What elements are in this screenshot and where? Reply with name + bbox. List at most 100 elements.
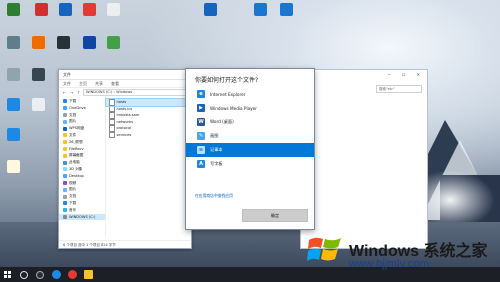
- desktop-icon[interactable]: [0, 3, 26, 16]
- desktop-icon[interactable]: [76, 3, 102, 16]
- desktop-icon[interactable]: [52, 3, 78, 16]
- explorer-title-bar: 文件: [59, 70, 191, 80]
- window-controls[interactable]: ─ ☐ ✕: [388, 72, 425, 77]
- app-option-paint[interactable]: ✎ 画图: [186, 129, 314, 143]
- nav-item[interactable]: 文档: [59, 112, 105, 119]
- desktop-icon[interactable]: [0, 68, 26, 81]
- nav-item[interactable]: 下载: [59, 98, 105, 105]
- status-bar: 6 个项目 选中 1 个项目 824 字节: [59, 240, 191, 248]
- desktop-icon[interactable]: [100, 36, 126, 49]
- forward-arrow-icon[interactable]: →: [69, 90, 74, 95]
- download-icon: [63, 201, 67, 206]
- nav-item[interactable]: 文件: [59, 132, 105, 139]
- desktop-icon[interactable]: [25, 68, 51, 81]
- drive-icon: [63, 214, 67, 219]
- app-option-notepad[interactable]: ≡ 记事本: [186, 143, 314, 157]
- file-item[interactable]: services: [106, 131, 191, 138]
- notepad-icon: ≡: [197, 146, 205, 154]
- watermark: Windows 系统之家 www.bjjmlv.com: [305, 228, 500, 278]
- address-bar[interactable]: WINDOWS (C:) › Windows: [83, 88, 189, 96]
- desktop-icon[interactable]: [0, 36, 26, 49]
- file-explorer-window[interactable]: 文件 文件 主页 共享 查看 ← → ↑ WINDOWS (C:) › Wind…: [58, 69, 192, 249]
- picture-icon: [63, 187, 67, 192]
- desktop-icon[interactable]: [25, 36, 51, 49]
- background-window[interactable]: ─ ☐ ✕ 搜索"etc": [300, 69, 428, 249]
- start-button[interactable]: [4, 271, 11, 278]
- download-icon: [63, 99, 67, 104]
- media-player-icon: ▶: [197, 104, 205, 112]
- desktop-icon[interactable]: [273, 3, 299, 16]
- folder-icon: [63, 146, 67, 151]
- store-link[interactable]: 在应用商店中查找应用: [195, 193, 233, 199]
- nav-item[interactable]: 图片: [59, 186, 105, 193]
- folder-icon: [63, 153, 67, 158]
- desktop-icon[interactable]: [100, 3, 126, 16]
- desktop-icon[interactable]: [0, 160, 26, 173]
- dialog-title: 你要如何打开这个文件?: [195, 77, 259, 84]
- ribbon-tab-home[interactable]: 主页: [79, 81, 87, 87]
- nav-item[interactable]: 屏幕截图: [59, 152, 105, 159]
- search-icon[interactable]: [20, 271, 28, 279]
- app-list: e Internet Explorer ▶ Windows Media Play…: [186, 87, 314, 171]
- nav-item[interactable]: 视频: [59, 180, 105, 187]
- navigation-pane: 下载 OneDrive 文档 图片 WPS网盘 文件 26_联想 FileRec…: [59, 96, 106, 236]
- folder-icon: [63, 140, 67, 145]
- desktop-icon[interactable]: [0, 128, 26, 141]
- nav-item[interactable]: OneDrive: [59, 105, 105, 112]
- desktop-icon[interactable]: [197, 3, 223, 16]
- music-icon: [63, 208, 67, 213]
- desktop-icon[interactable]: [247, 3, 273, 16]
- nav-item[interactable]: 图片: [59, 118, 105, 125]
- file-icon: [109, 131, 115, 138]
- nav-item[interactable]: 下载: [59, 200, 105, 207]
- app-option-wordpad[interactable]: A 写字板: [186, 157, 314, 171]
- app-option-word[interactable]: W Word (桌面): [186, 115, 314, 129]
- desktop-icon[interactable]: [25, 98, 51, 111]
- wordpad-icon: A: [197, 160, 205, 168]
- file-list: hosts hosts.ics lmhosts.sam networks pro…: [105, 96, 192, 236]
- desktop-icon[interactable]: [50, 36, 76, 49]
- cube-icon: [63, 167, 67, 172]
- nav-item[interactable]: Desktop: [59, 173, 105, 180]
- nav-item[interactable]: 26_联想: [59, 139, 105, 146]
- nav-item[interactable]: FileRecv: [59, 146, 105, 153]
- app-option-internet-explorer[interactable]: e Internet Explorer: [186, 87, 314, 101]
- desktop-icon[interactable]: [28, 3, 54, 16]
- address-row: ← → ↑ WINDOWS (C:) › Windows: [59, 88, 191, 96]
- cloud-icon: [63, 106, 67, 111]
- nav-item-selected[interactable]: WINDOWS (C:): [59, 213, 105, 221]
- nav-item[interactable]: 音乐: [59, 207, 105, 214]
- ribbon-tab-view[interactable]: 查看: [111, 81, 119, 87]
- windows-logo-icon: [307, 237, 341, 261]
- back-arrow-icon[interactable]: ←: [62, 90, 67, 95]
- paint-icon: ✎: [197, 132, 205, 140]
- explorer-ribbon: 文件 主页 共享 查看: [59, 80, 191, 88]
- nav-item[interactable]: 此电脑: [59, 159, 105, 166]
- cloud-drive-icon: [63, 126, 67, 131]
- up-arrow-icon[interactable]: ↑: [76, 90, 81, 95]
- task-view-icon[interactable]: [36, 271, 44, 279]
- ribbon-tab-share[interactable]: 共享: [95, 81, 103, 87]
- document-icon: [63, 194, 67, 199]
- desktop-icon[interactable]: [76, 36, 102, 49]
- app-icon[interactable]: [68, 270, 77, 279]
- search-input[interactable]: 搜索"etc": [376, 85, 422, 93]
- document-icon: [63, 112, 67, 117]
- edge-icon[interactable]: [52, 270, 61, 279]
- picture-icon: [63, 119, 67, 124]
- watermark-url: www.bjjmlv.com: [349, 258, 430, 270]
- ribbon-tab-file[interactable]: 文件: [63, 81, 71, 87]
- app-option-media-player[interactable]: ▶ Windows Media Player: [186, 101, 314, 115]
- explorer-title: 文件: [63, 71, 71, 77]
- ok-button[interactable]: 确定: [242, 209, 308, 222]
- video-icon: [63, 180, 67, 185]
- open-with-dialog[interactable]: 你要如何打开这个文件? e Internet Explorer ▶ Window…: [185, 68, 315, 230]
- folder-icon[interactable]: [84, 270, 93, 279]
- word-icon: W: [197, 118, 205, 126]
- nav-item[interactable]: 文档: [59, 193, 105, 200]
- nav-item[interactable]: 3D 对象: [59, 166, 105, 173]
- desktop-icon[interactable]: [0, 98, 26, 111]
- nav-item[interactable]: WPS网盘: [59, 125, 105, 132]
- folder-icon: [63, 133, 67, 138]
- computer-icon: [63, 160, 67, 165]
